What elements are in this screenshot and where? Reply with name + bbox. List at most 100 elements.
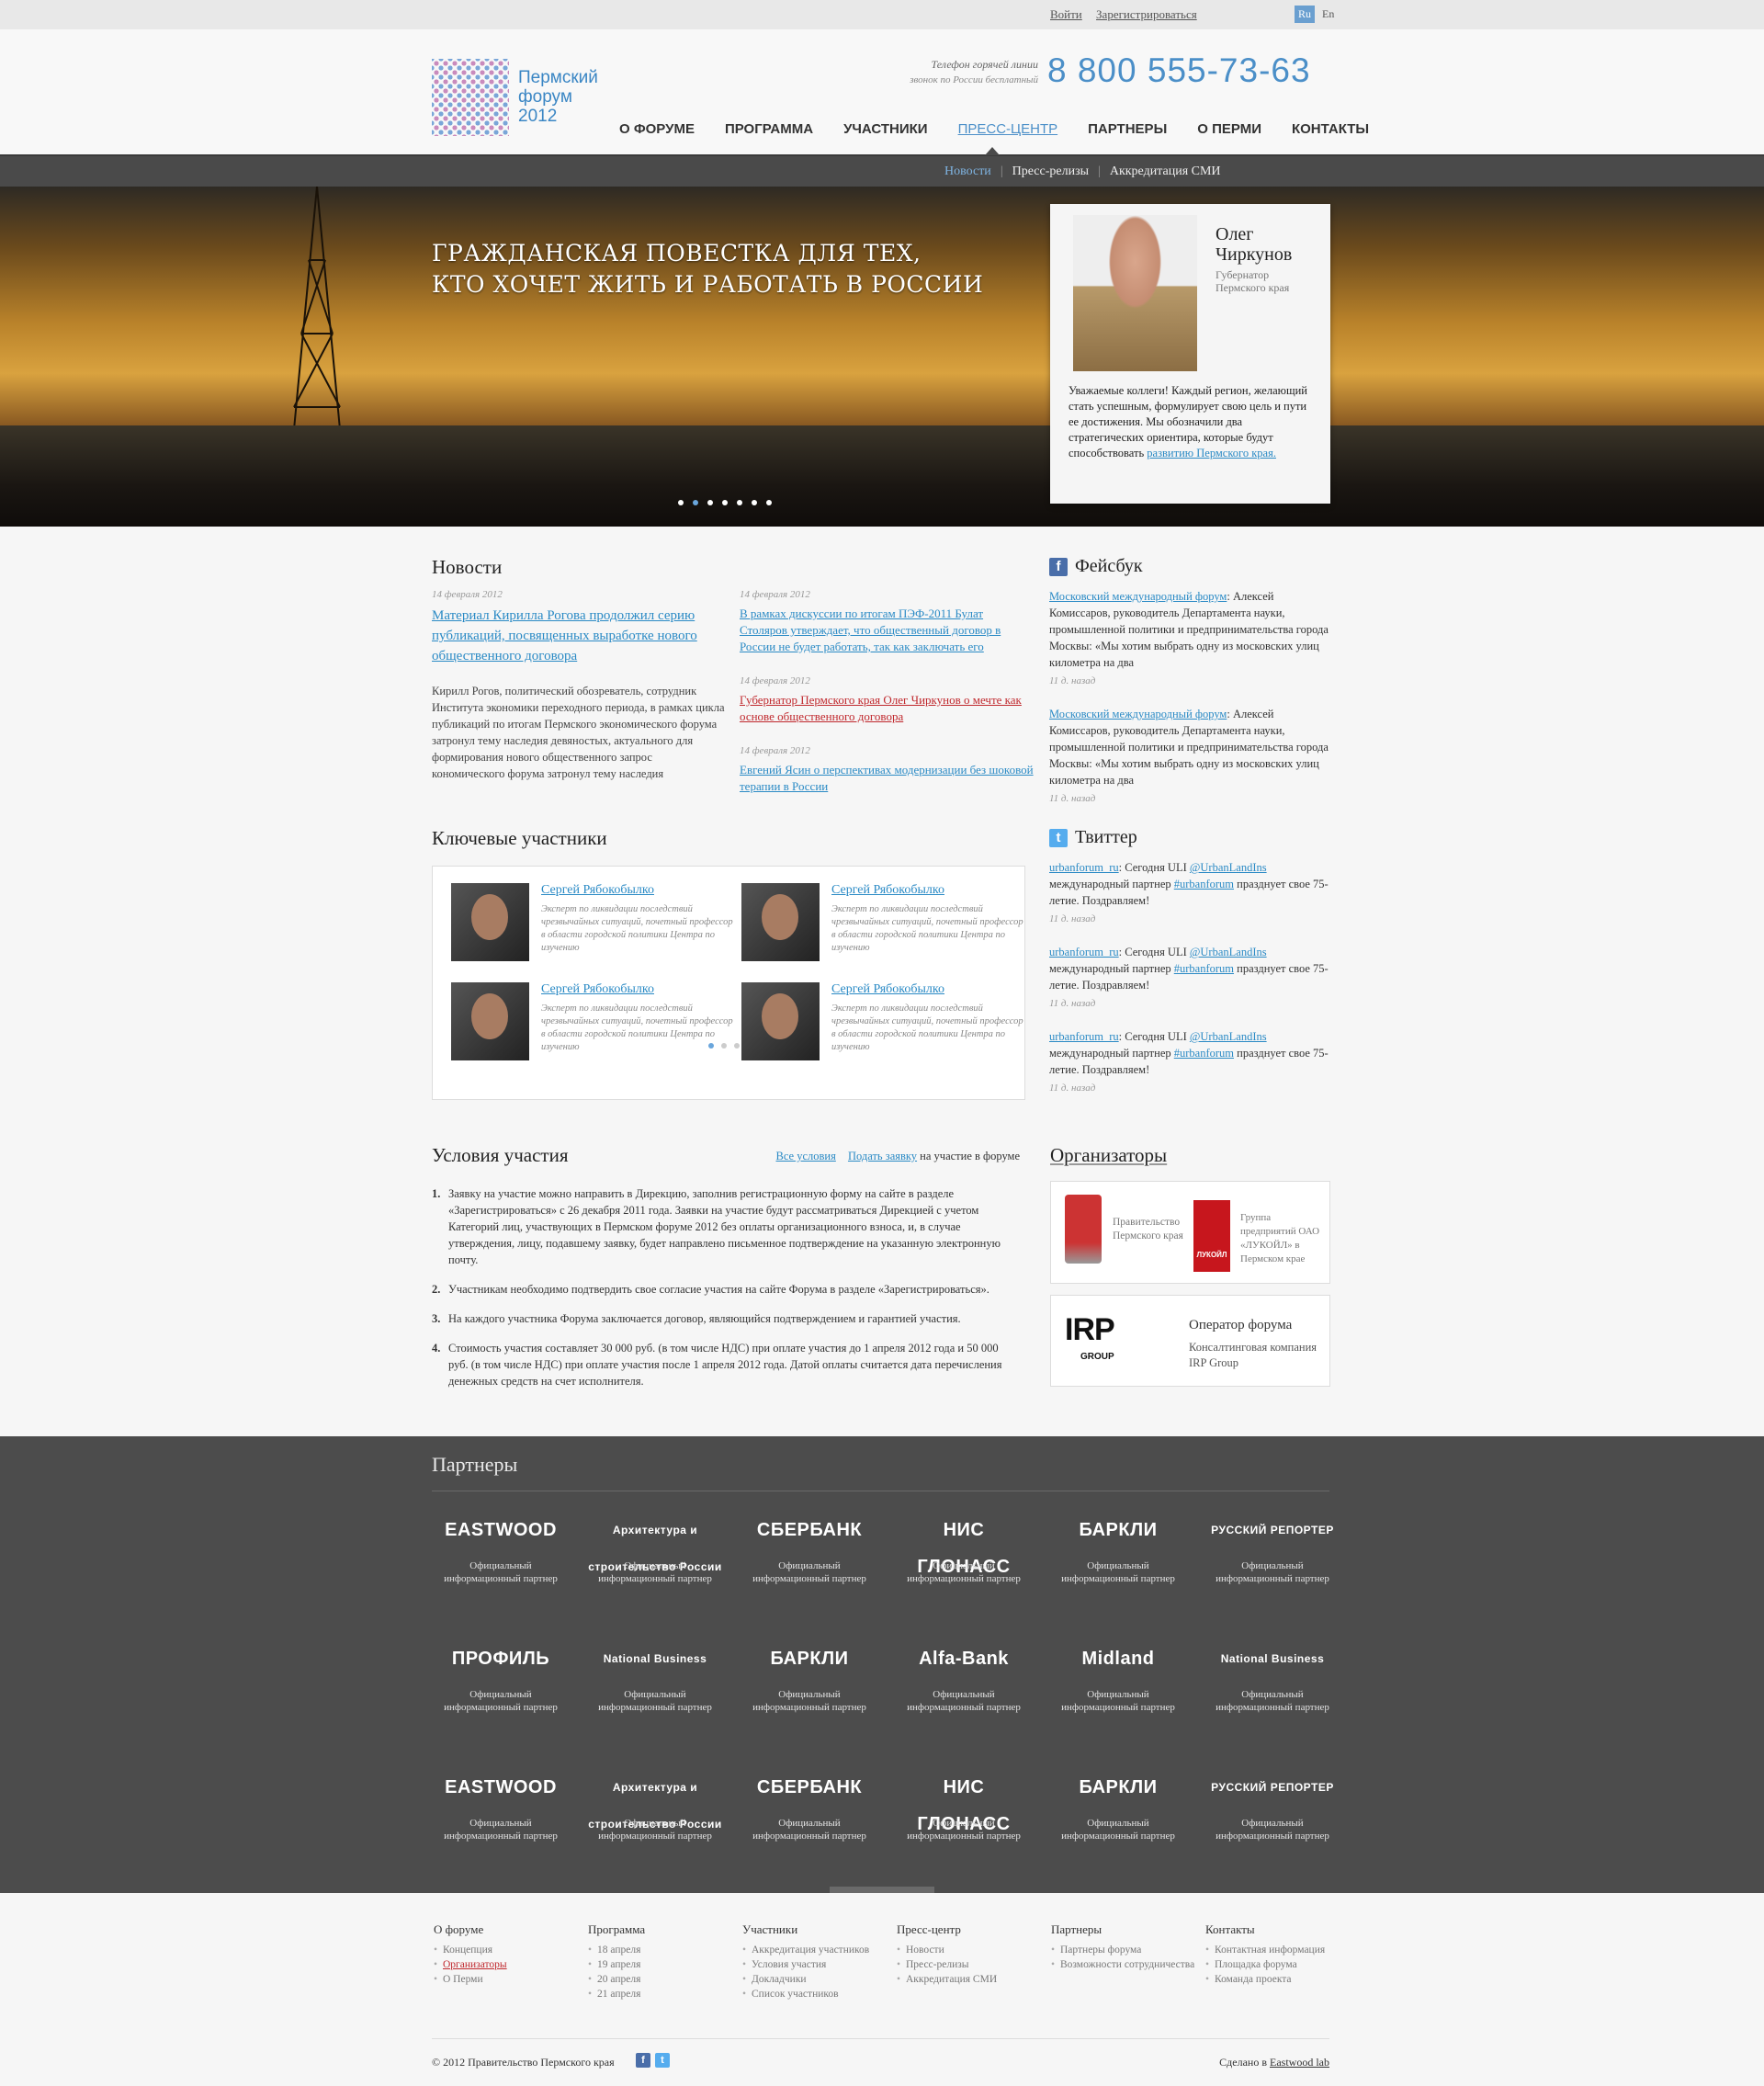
slider-dot[interactable] xyxy=(752,500,757,505)
participant-card[interactable]: Сергей Рябокобылко Эксперт по ликвидации… xyxy=(741,982,1023,1065)
partner-item[interactable]: Архитектура и строительство России Официа… xyxy=(586,1512,724,1585)
news-lead-link[interactable]: Материал Кирилла Рогова продолжил серию … xyxy=(432,608,697,663)
slider-dot[interactable] xyxy=(766,500,772,505)
footer-link[interactable]: Концепция xyxy=(434,1943,585,1957)
twitter-icon[interactable]: t xyxy=(1049,828,1068,847)
participant-name[interactable]: Сергей Рябокобылко xyxy=(831,883,944,898)
footer-link[interactable]: Площадка форума xyxy=(1205,1957,1357,1972)
partner-item[interactable]: НИС ГЛОНАСС Официальный информационный па… xyxy=(895,1512,1033,1585)
participant-card[interactable]: Сергей Рябокобылко Эксперт по ликвидации… xyxy=(451,982,733,1065)
partner-item[interactable]: EASTWOOD Официальный информационный партн… xyxy=(432,1769,570,1842)
facebook-post-link[interactable]: Московский международный форум xyxy=(1049,590,1227,603)
partner-item[interactable]: EASTWOOD Официальный информационный партн… xyxy=(432,1512,570,1585)
tweet-hashtag-link[interactable]: #urbanforum xyxy=(1174,962,1234,975)
footer-link[interactable]: Список участников xyxy=(742,1987,894,2001)
tweet-user-link[interactable]: urbanforum_ru xyxy=(1049,861,1119,874)
footer-link[interactable]: 19 апреля xyxy=(588,1957,740,1972)
footer-link[interactable]: Пресс-релизы xyxy=(897,1957,1048,1972)
nav-program[interactable]: ПРОГРАММА xyxy=(725,121,813,137)
facebook-post-link[interactable]: Московский международный форум xyxy=(1049,708,1227,720)
footer-link[interactable]: О Перми xyxy=(434,1972,585,1987)
partner-item[interactable]: ПРОФИЛЬ Официальный информационный партне… xyxy=(432,1640,570,1714)
footer-column-head[interactable]: О форуме xyxy=(434,1922,585,1937)
irp-logo[interactable]: IRP GROUP xyxy=(1065,1314,1115,1371)
partner-item[interactable]: РУССКИЙ РЕПОРТЕР Официальный информационн… xyxy=(1204,1512,1341,1585)
slider-dot[interactable] xyxy=(678,500,684,505)
apply-link[interactable]: Подать заявку xyxy=(848,1150,917,1162)
footer-link[interactable]: Команда проекта xyxy=(1205,1972,1357,1987)
participant-card[interactable]: Сергей Рябокобылко Эксперт по ликвидации… xyxy=(741,883,1023,966)
footer-link[interactable]: Докладчики xyxy=(742,1972,894,1987)
participant-card[interactable]: Сергей Рябокобылко Эксперт по ликвидации… xyxy=(451,883,733,966)
partner-item[interactable]: БАРКЛИ Официальный информационный партнер xyxy=(1049,1769,1187,1842)
partner-item[interactable]: Alfa-Bank Официальный информационный парт… xyxy=(895,1640,1033,1714)
facebook-icon[interactable]: f xyxy=(1049,557,1068,576)
footer-column-head[interactable]: Программа xyxy=(588,1922,740,1937)
partner-item[interactable]: Архитектура и строительство России Официа… xyxy=(586,1769,724,1842)
footer-link[interactable]: Контактная информация xyxy=(1205,1943,1357,1957)
footer-link[interactable]: Аккредитация СМИ xyxy=(897,1972,1048,1987)
footer-link[interactable]: Аккредитация участников xyxy=(742,1943,894,1957)
facebook-icon[interactable]: f xyxy=(636,2053,650,2068)
footer-column-head[interactable]: Участники xyxy=(742,1922,894,1937)
carousel-dot[interactable] xyxy=(734,1043,740,1049)
footer-link[interactable]: Условия участия xyxy=(742,1957,894,1972)
footer-link[interactable]: 21 апреля xyxy=(588,1987,740,2001)
participant-name[interactable]: Сергей Рябокобылко xyxy=(541,982,654,997)
tweet-mention-link[interactable]: @UrbanLandIns xyxy=(1190,1030,1267,1043)
footer-link[interactable]: Организаторы xyxy=(434,1957,585,1972)
footer-link[interactable]: 18 апреля xyxy=(588,1943,740,1957)
made-by-link[interactable]: Eastwood lab xyxy=(1270,2056,1329,2069)
nav-contacts[interactable]: КОНТАКТЫ xyxy=(1292,121,1369,137)
slider-dot[interactable] xyxy=(737,500,742,505)
partner-item[interactable]: СБЕРБАНК Официальный информационный партн… xyxy=(741,1769,878,1842)
nav-about[interactable]: О ФОРУМЕ xyxy=(619,121,695,137)
tweet-hashtag-link[interactable]: #urbanforum xyxy=(1174,878,1234,890)
footer-column-head[interactable]: Пресс-центр xyxy=(897,1922,1048,1937)
tweet-user-link[interactable]: urbanforum_ru xyxy=(1049,946,1119,958)
tweet-mention-link[interactable]: @UrbanLandIns xyxy=(1190,946,1267,958)
partner-item[interactable]: National Business Официальный информацион… xyxy=(1204,1640,1341,1714)
tweet-mention-link[interactable]: @UrbanLandIns xyxy=(1190,861,1267,874)
nav-partners[interactable]: ПАРТНЕРЫ xyxy=(1088,121,1167,137)
perm-crest-icon[interactable] xyxy=(1065,1195,1102,1264)
login-link[interactable]: Войти xyxy=(1050,7,1082,21)
footer-link[interactable]: Возможности сотрудничества xyxy=(1051,1957,1203,1972)
partner-item[interactable]: БАРКЛИ Официальный информационный партнер xyxy=(1049,1512,1187,1585)
slider-dot[interactable] xyxy=(722,500,728,505)
footer-link[interactable]: 20 апреля xyxy=(588,1972,740,1987)
carousel-dot[interactable] xyxy=(708,1043,714,1049)
partner-item[interactable]: БАРКЛИ Официальный информационный партнер xyxy=(741,1640,878,1714)
register-link[interactable]: Зарегистрироваться xyxy=(1096,7,1197,21)
partners-collapse-handle[interactable] xyxy=(830,1887,934,1893)
footer-link[interactable]: Новости xyxy=(897,1943,1048,1957)
footer-link[interactable]: Партнеры форума xyxy=(1051,1943,1203,1957)
nav-participants[interactable]: УЧАСТНИКИ xyxy=(843,121,928,137)
subnav-press-releases[interactable]: Пресс-релизы xyxy=(1012,164,1089,179)
lang-en[interactable]: En xyxy=(1318,6,1338,23)
site-logo[interactable]: Пермский форум 2012 xyxy=(432,59,616,138)
subnav-news[interactable]: Новости xyxy=(944,164,991,179)
slider-dot[interactable] xyxy=(707,500,713,505)
partner-item[interactable]: НИС ГЛОНАСС Официальный информационный па… xyxy=(895,1769,1033,1842)
carousel-dot[interactable] xyxy=(721,1043,727,1049)
quote-link[interactable]: развитию Пермского края. xyxy=(1147,447,1276,459)
all-conditions-link[interactable]: Все условия xyxy=(776,1150,836,1162)
news-item-link[interactable]: Губернатор Пермского края Олег Чиркунов … xyxy=(740,693,1022,723)
partner-item[interactable]: СБЕРБАНК Официальный информационный партн… xyxy=(741,1512,878,1585)
lukoil-logo[interactable]: ЛУКОЙЛ xyxy=(1193,1200,1230,1272)
partner-item[interactable]: Midland Официальный информационный партне… xyxy=(1049,1640,1187,1714)
slider-dot[interactable] xyxy=(693,500,698,505)
tweet-hashtag-link[interactable]: #urbanforum xyxy=(1174,1047,1234,1060)
lang-ru[interactable]: Ru xyxy=(1295,6,1316,23)
twitter-icon[interactable]: t xyxy=(655,2053,670,2068)
tweet-user-link[interactable]: urbanforum_ru xyxy=(1049,1030,1119,1043)
footer-column-head[interactable]: Контакты xyxy=(1205,1922,1357,1937)
subnav-accreditation[interactable]: Аккредитация СМИ xyxy=(1110,164,1221,179)
news-item-link[interactable]: В рамках дискуссии по итогам ПЭФ-2011 Бу… xyxy=(740,607,1001,653)
nav-about-perm[interactable]: О ПЕРМИ xyxy=(1197,121,1261,137)
participant-name[interactable]: Сергей Рябокобылко xyxy=(831,982,944,997)
partner-item[interactable]: РУССКИЙ РЕПОРТЕР Официальный информационн… xyxy=(1204,1769,1341,1842)
footer-column-head[interactable]: Партнеры xyxy=(1051,1922,1203,1937)
partner-item[interactable]: National Business Официальный информацион… xyxy=(586,1640,724,1714)
